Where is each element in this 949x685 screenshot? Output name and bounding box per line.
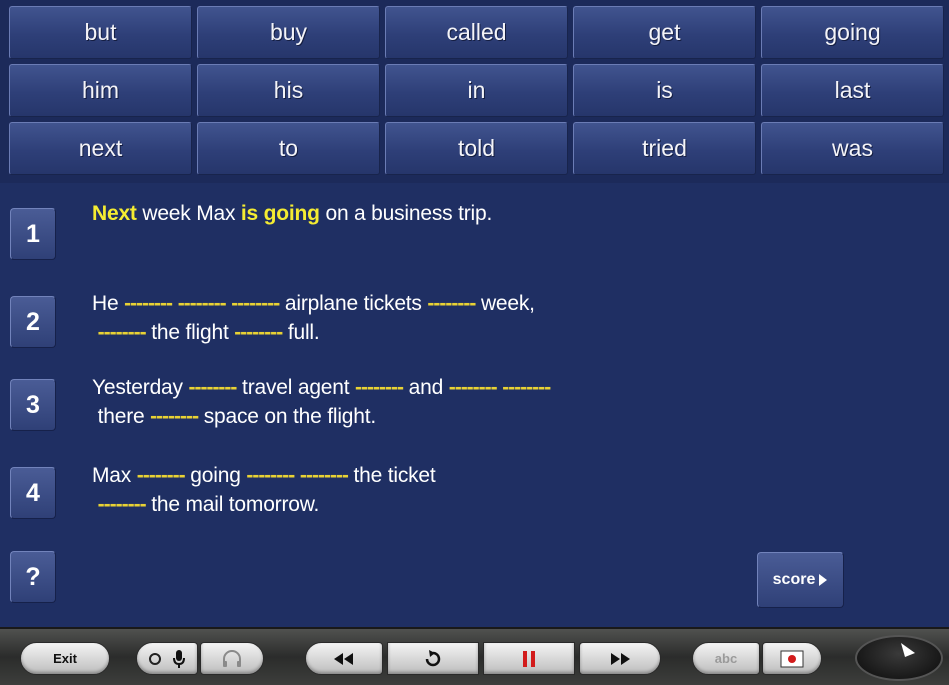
microphone-icon [173,649,185,668]
answer-blank[interactable]: -------- [188,376,237,399]
word-bank: but buy called get going him his in is l… [0,0,949,183]
exit-label: Exit [53,651,77,666]
word-tile[interactable]: going [761,6,944,59]
word-tile[interactable]: is [573,64,756,117]
word-tile[interactable]: but [9,6,192,59]
headphones-button[interactable] [200,642,264,675]
sentence-text: Yesterday [92,376,189,399]
sentence-text: the ticket [347,464,436,487]
abc-label: abc [714,651,738,666]
abc-button[interactable]: abc [692,642,760,675]
answer-blank[interactable]: -------- [502,376,551,399]
word-tile[interactable]: to [197,122,380,175]
sentence-line: He -------- -------- -------- airplane t… [92,289,535,318]
filled-answer: Next [92,202,137,225]
sentence-4: Max -------- going -------- -------- the… [92,461,436,519]
answer-blank[interactable]: -------- [150,405,199,428]
sentence-text: full. [282,321,320,344]
item-number-button[interactable]: 4 [10,467,56,519]
sentence-line: there -------- space on the flight. [92,402,550,431]
answer-blank[interactable]: -------- [427,292,476,315]
word-tile[interactable]: tried [573,122,756,175]
exercise-area: 1 Next week Max is going on a business t… [0,183,949,627]
score-button[interactable]: score [757,552,844,608]
help-button[interactable]: ? [10,551,56,603]
word-tile[interactable]: get [573,6,756,59]
sentence-line: Max -------- going -------- -------- the… [92,461,436,490]
sentence-text: there [92,405,151,428]
sentence-text: Max [92,464,137,487]
play-arrow-icon [819,574,828,586]
sentence-line: -------- the flight -------- full. [92,318,535,347]
word-tile[interactable]: was [761,122,944,175]
score-label: score [772,571,816,588]
rewind-button[interactable] [305,642,383,675]
record-button[interactable] [762,642,822,675]
sentence-text: week Max [136,202,241,225]
sentence-2: He -------- -------- -------- airplane t… [92,289,535,347]
sentence-text: the flight [145,321,235,344]
sentence-text: travel agent [236,376,356,399]
sentence-line: Next week Max is going on a business tri… [92,199,492,228]
sentence-text: the mail tomorrow. [145,493,320,516]
answer-blank[interactable]: -------- [178,292,227,315]
fast-forward-button[interactable] [579,642,661,675]
word-bank-row: him his in is last [9,64,944,117]
sentence-text: He [92,292,125,315]
word-tile[interactable]: him [9,64,192,117]
bottom-toolbar: Exit abc [0,627,949,685]
answer-blank[interactable]: -------- [246,464,295,487]
answer-blank[interactable]: -------- [234,321,283,344]
item-number-button[interactable]: 1 [10,208,56,260]
sentence-text: on a business trip. [319,202,493,225]
answer-blank[interactable]: -------- [231,292,280,315]
word-bank-row: next to told tried was [9,122,944,175]
rewind-icon [334,652,353,665]
word-tile[interactable]: his [197,64,380,117]
volume-dial[interactable] [855,635,943,681]
pause-button[interactable] [483,642,575,675]
record-icon [780,650,804,667]
repeat-icon [425,649,441,666]
word-tile[interactable]: called [385,6,568,59]
word-tile[interactable]: next [9,122,192,175]
sentence-text: week, [475,292,535,315]
sentence-line: -------- the mail tomorrow. [92,490,436,519]
answer-blank[interactable]: -------- [98,493,147,516]
sentence-text: space on the flight. [198,405,377,428]
item-number-button[interactable]: 3 [10,379,56,431]
answer-blank[interactable]: -------- [449,376,498,399]
word-tile[interactable]: in [385,64,568,117]
word-bank-row: but buy called get going [9,6,944,59]
answer-blank[interactable]: -------- [137,464,186,487]
exit-button[interactable]: Exit [20,642,110,675]
sentence-text: going [184,464,247,487]
sentence-3: Yesterday -------- travel agent --------… [92,373,551,431]
fast-forward-icon [611,652,630,665]
sentence-text: airplane tickets [279,292,428,315]
item-number-button[interactable]: 2 [10,296,56,348]
word-tile[interactable]: buy [197,6,380,59]
microphone-button[interactable] [136,642,198,675]
word-tile[interactable]: told [385,122,568,175]
record-level-icon [149,652,161,665]
answer-blank[interactable]: -------- [300,464,349,487]
answer-blank[interactable]: -------- [98,321,147,344]
sentence-1: Next week Max is going on a business tri… [92,199,492,228]
dial-icon [901,643,915,657]
headphones-icon [223,649,241,667]
filled-answer: is going [240,202,320,225]
sentence-line: Yesterday -------- travel agent --------… [92,373,551,402]
pause-icon [523,650,535,667]
word-tile[interactable]: last [761,64,944,117]
sentence-text: and [402,376,449,399]
repeat-button[interactable] [387,642,479,675]
answer-blank[interactable]: -------- [355,376,404,399]
answer-blank[interactable]: -------- [124,292,173,315]
